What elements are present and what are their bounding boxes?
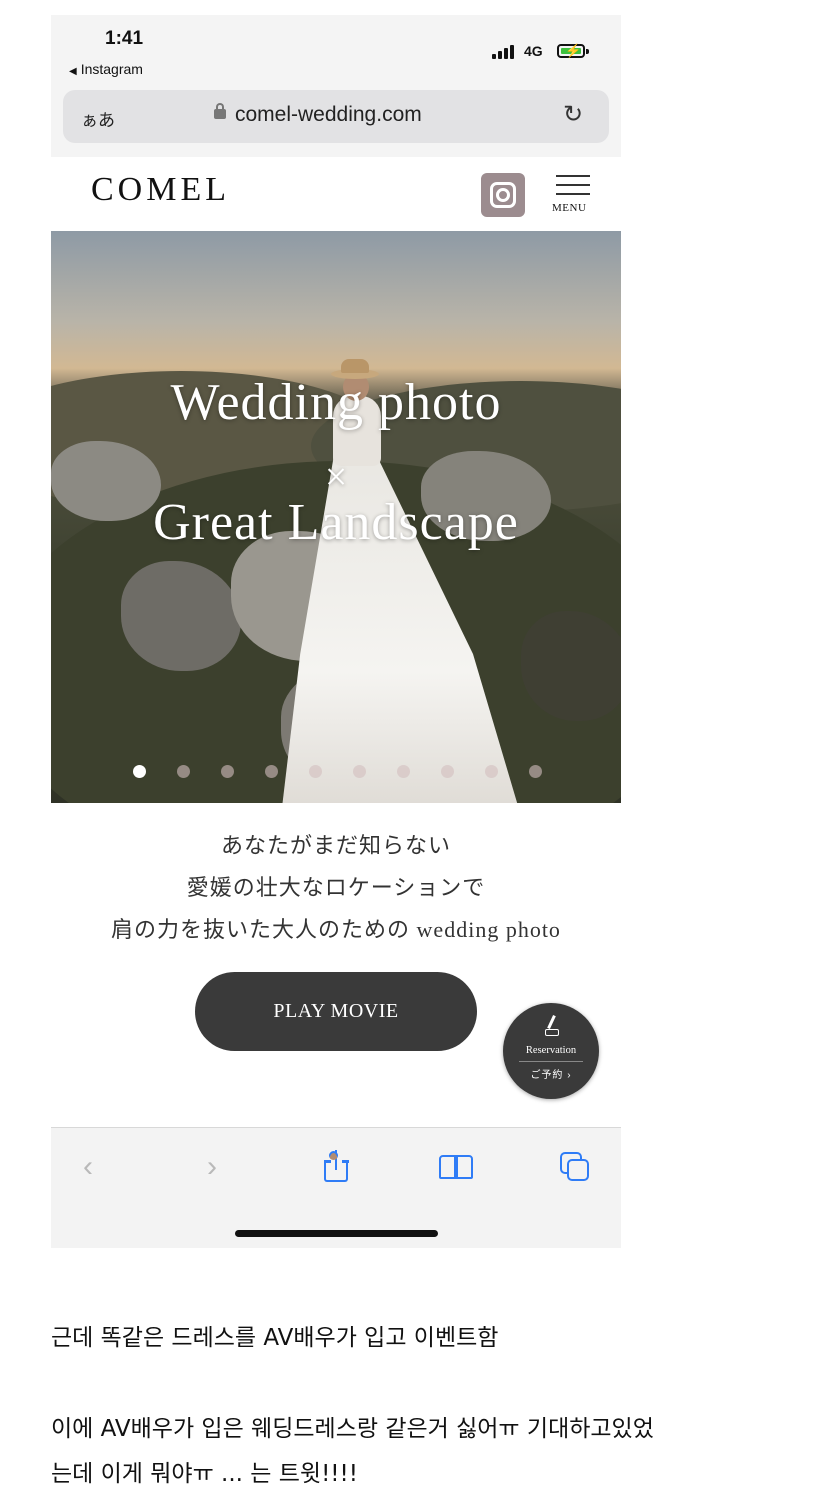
play-movie-button[interactable]: PLAY MOVIE (195, 972, 477, 1051)
address-bar[interactable]: ぁあ comel-wedding.com ↻ (63, 90, 609, 143)
back-app-label: Instagram (80, 61, 143, 77)
slide-dot[interactable] (397, 765, 410, 778)
site-logo[interactable]: COMEL (91, 171, 230, 209)
address-bar-row: ぁあ comel-wedding.com ↻ (51, 90, 621, 157)
reservation-button[interactable]: Reservation ご予約 › (503, 1003, 599, 1099)
hero-slideshow[interactable]: Wedding photo × Great Landscape (51, 231, 621, 803)
phone-screenshot: 1:41 ◀ Instagram 4G ⚡ ぁあ comel-wedding.co… (51, 15, 621, 1248)
slide-dot[interactable] (441, 765, 454, 778)
intro-line: 肩の力を抜いた大人のための wedding photo (111, 917, 561, 942)
slide-dot[interactable] (133, 765, 146, 778)
site-header: COMEL MENU (51, 157, 621, 231)
reservation-label: Reservation (525, 1045, 577, 1056)
slide-dot[interactable] (529, 765, 542, 778)
slide-indicator (51, 765, 621, 779)
back-chevron-icon[interactable]: ‹ (83, 1150, 93, 1184)
intro-line: あなたがまだ知らない (220, 833, 451, 858)
caption-line: 이에 AV배우가 입은 웨딩드레스랑 같은거 싫어ㅠ 기대하고있었 (51, 1416, 654, 1442)
slide-dot[interactable] (353, 765, 366, 778)
hero-title-line1: Wedding photo (170, 374, 502, 431)
menu-label: MENU (552, 202, 587, 214)
forward-chevron-icon[interactable]: › (207, 1150, 217, 1184)
back-to-app-link[interactable]: ◀ Instagram (69, 61, 143, 77)
bookmarks-icon[interactable] (439, 1155, 475, 1181)
slide-dot[interactable] (221, 765, 234, 778)
home-indicator[interactable] (235, 1230, 438, 1237)
caption-line: 근데 똑같은 드레스를 AV배우가 입고 이벤트함 (51, 1325, 499, 1351)
url-text[interactable]: comel-wedding.com (235, 103, 422, 127)
caption-line: 는데 이게 뭐야ㅠ ... 는 트윗!!!! (51, 1461, 358, 1487)
browser-toolbar: ‹ › (51, 1127, 621, 1248)
instagram-icon[interactable] (481, 173, 525, 217)
intro-text: あなたがまだ知らない 愛媛の壮大なロケーションで 肩の力を抜いた大人のための w… (51, 825, 621, 951)
lock-icon (214, 103, 226, 119)
hero-title-line2: Great Landscape (153, 494, 519, 551)
status-time: 1:41 (105, 28, 144, 49)
back-triangle-icon: ◀ (69, 66, 77, 77)
reload-icon[interactable]: ↻ (563, 100, 583, 129)
hamburger-menu-button[interactable]: MENU (552, 173, 592, 223)
battery-charging-icon: ⚡ (557, 43, 589, 58)
hero-rock (521, 611, 621, 721)
tabs-icon[interactable] (560, 1152, 592, 1184)
share-icon[interactable] (322, 1149, 350, 1182)
slide-dot[interactable] (485, 765, 498, 778)
slide-dot[interactable] (309, 765, 322, 778)
reservation-sub-label: ご予約 › (530, 1070, 572, 1081)
status-bar: 1:41 ◀ Instagram 4G ⚡ (51, 15, 621, 95)
bride-hat-crown (341, 359, 369, 373)
intro-line: 愛媛の壮大なロケーションで (186, 875, 486, 900)
text-size-button[interactable]: ぁあ (81, 106, 115, 131)
slide-dot[interactable] (265, 765, 278, 778)
slide-dot[interactable] (177, 765, 190, 778)
signal-bars-icon (492, 45, 518, 59)
network-type: 4G (524, 43, 543, 59)
quill-pen-icon (541, 1015, 561, 1037)
